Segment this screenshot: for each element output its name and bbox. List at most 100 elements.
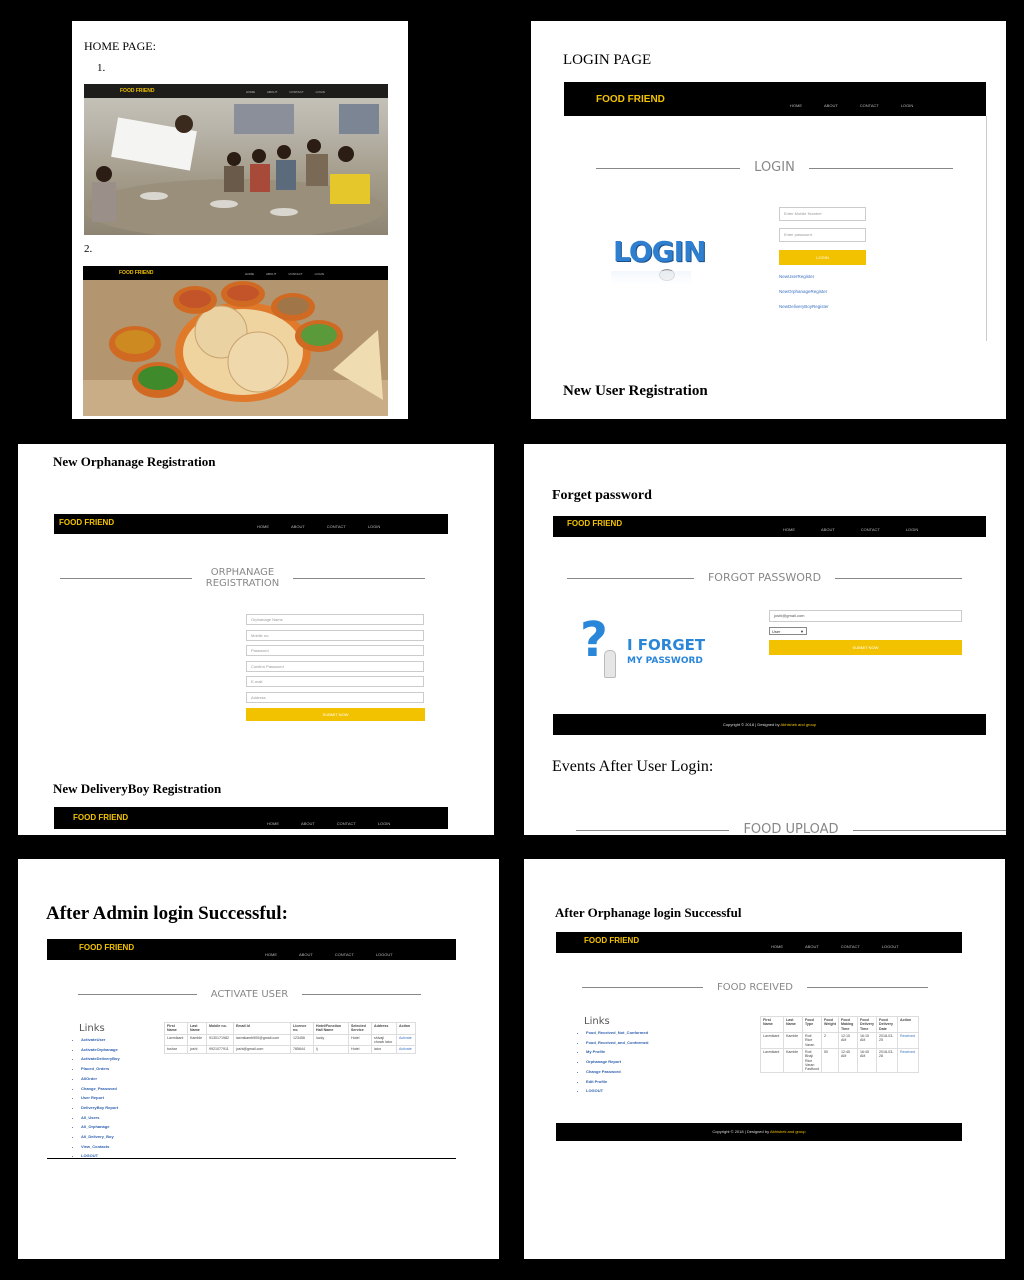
- table-cell: Roti Rice Varan: [802, 1031, 822, 1049]
- nav-contact[interactable]: CONTACT: [841, 944, 860, 949]
- new-user-registration-heading: New User Registration: [563, 383, 708, 399]
- row-action-link[interactable]: Activate: [396, 1033, 416, 1047]
- sidebar-link-my-profile[interactable]: My Profile: [586, 1047, 648, 1057]
- nav-home[interactable]: HOME: [265, 952, 277, 957]
- login-button[interactable]: LOGIN: [779, 250, 866, 265]
- row-action-link[interactable]: Received: [897, 1031, 919, 1049]
- footer-author-link[interactable]: Abhishek and group: [770, 1129, 806, 1134]
- mobile-number-input[interactable]: Enter Mobile Number: [779, 207, 866, 221]
- nav-about[interactable]: ABOUT: [821, 527, 835, 532]
- submit-now-button[interactable]: SUBMIT NOW: [246, 708, 425, 721]
- nav-login[interactable]: LOGIN: [378, 821, 390, 826]
- nav-about[interactable]: ABOUT: [824, 103, 838, 108]
- nav-contact[interactable]: CONTACT: [327, 524, 346, 529]
- links-title: Links: [79, 1023, 105, 1034]
- mobile-no-input[interactable]: Mobile no.: [246, 630, 424, 641]
- admin-links-list: ActivateUserActivateOrphanageActivateDel…: [73, 1035, 120, 1161]
- home-screenshot-2: FOOD FRIEND HOME ABOUT CONTACT LOGIN: [83, 266, 388, 416]
- password-input[interactable]: Password: [246, 645, 424, 656]
- nav-login[interactable]: LOGIN: [906, 527, 918, 532]
- sidebar-link-all-orphanage[interactable]: All_Orphanage: [81, 1122, 120, 1132]
- nav-contact[interactable]: CONTACT: [335, 952, 354, 957]
- brand-logo[interactable]: FOOD FRIEND: [584, 936, 639, 945]
- forget-line1: I FORGET: [627, 636, 706, 654]
- nav-contact[interactable]: CONTACT: [861, 527, 880, 532]
- nav-logout[interactable]: LOGOUT: [376, 952, 393, 957]
- sidebar-link-deliveryboy-report[interactable]: DeliveryBoy Report: [81, 1103, 120, 1113]
- nav-home[interactable]: HOME: [267, 821, 279, 826]
- nav-home[interactable]: HOME: [771, 944, 783, 949]
- table-cell: Laxmikant: [760, 1031, 784, 1049]
- new-deliveryboy-register-link[interactable]: NewDeliveryBoyRegister: [779, 304, 829, 309]
- sidebar-link-food-received-not-conformed[interactable]: Food_Received_Not_Conformed: [586, 1028, 648, 1038]
- nav-contact[interactable]: CONTACT: [288, 272, 302, 276]
- new-orphanage-register-link[interactable]: NewOrphanageRegister: [779, 289, 827, 294]
- sidebar-link-food-received-and-conformed[interactable]: Food_Received_and_Conformed: [586, 1038, 648, 1048]
- brand-logo[interactable]: FOOD FRIEND: [567, 519, 622, 528]
- sidebar-link-all-users[interactable]: All_Users: [81, 1113, 120, 1123]
- sidebar-link-orphanage-report[interactable]: Orphanage Report: [586, 1057, 648, 1067]
- sidebar-link-allorder[interactable]: AllOrder: [81, 1074, 120, 1084]
- role-select[interactable]: User ▼: [769, 627, 807, 635]
- nav-about[interactable]: ABOUT: [266, 272, 276, 276]
- brand-logo[interactable]: FOOD FRIEND: [79, 943, 134, 952]
- section-header: FOOD RCEIVED: [582, 982, 928, 993]
- brand-logo[interactable]: FOOD FRIEND: [119, 270, 153, 276]
- new-user-register-link[interactable]: NewUserRegister: [779, 274, 814, 279]
- nav-login[interactable]: LOGIN: [315, 272, 324, 276]
- footer-author-link[interactable]: Abhishek and group: [780, 722, 816, 727]
- navbar: FOOD FRIEND HOME ABOUT CONTACT LOGOUT: [47, 939, 456, 960]
- nav-logout[interactable]: LOGOUT: [882, 944, 899, 949]
- address-input[interactable]: Address: [246, 692, 424, 703]
- brand-logo[interactable]: FOOD FRIEND: [596, 94, 665, 105]
- sidebar-link-edit-profile[interactable]: Edit Profile: [586, 1077, 648, 1087]
- column-header: Food Delivery Time: [857, 1016, 877, 1033]
- sidebar-link-logout[interactable]: LOGOUT: [81, 1151, 120, 1161]
- nav-login[interactable]: LOGIN: [901, 103, 913, 108]
- column-header: Action: [396, 1022, 416, 1035]
- nav-home[interactable]: HOME: [257, 524, 269, 529]
- column-header: Address: [371, 1022, 397, 1035]
- table-cell: latur: [371, 1045, 397, 1054]
- brand-logo[interactable]: FOOD FRIEND: [73, 813, 128, 822]
- column-header: Action: [897, 1016, 919, 1033]
- login-logo-text: LOGIN: [613, 235, 706, 268]
- row-action-link[interactable]: Received: [897, 1047, 919, 1074]
- sidebar-link-view-contacts[interactable]: View_Contacts: [81, 1142, 120, 1152]
- nav-home[interactable]: HOME: [790, 103, 802, 108]
- table-cell: 785644: [290, 1045, 314, 1054]
- nav-home[interactable]: HOME: [245, 272, 254, 276]
- row-action-link[interactable]: Activate: [396, 1045, 416, 1054]
- sidebar-link-logout[interactable]: LOGOUT: [586, 1086, 648, 1096]
- nav-about[interactable]: ABOUT: [291, 524, 305, 529]
- sidebar-link-activateuser[interactable]: ActivateUser: [81, 1035, 120, 1045]
- email-input[interactable]: E-mail: [246, 676, 424, 687]
- sidebar-link-placed-orders[interactable]: Placed_Orders: [81, 1064, 120, 1074]
- nav-home[interactable]: HOME: [783, 527, 795, 532]
- nav-links: HOME ABOUT CONTACT LOGOUT: [265, 952, 393, 957]
- nav-about[interactable]: ABOUT: [301, 821, 315, 826]
- submit-now-button[interactable]: SUBMIT NOW: [769, 640, 962, 655]
- sidebar-link-change-password[interactable]: Change Password: [586, 1067, 648, 1077]
- section-title-line2: REGISTRATION: [205, 578, 280, 589]
- sidebar-link-user-report[interactable]: User Report: [81, 1093, 120, 1103]
- nav-login[interactable]: LOGIN: [368, 524, 380, 529]
- table-cell: 12:15 AM: [838, 1031, 858, 1049]
- email-input[interactable]: joshi@gmail.com: [769, 610, 962, 622]
- nav-contact[interactable]: CONTACT: [337, 821, 356, 826]
- table-cell: 16:45 AM: [857, 1047, 877, 1074]
- sidebar-link-activatedeliveryboy[interactable]: ActivateDeliveryBoy: [81, 1054, 120, 1064]
- nav-contact[interactable]: CONTACT: [860, 103, 879, 108]
- nav-about[interactable]: ABOUT: [805, 944, 819, 949]
- nav-links: HOME ABOUT CONTACT LOGIN: [790, 103, 913, 108]
- table-cell: lj: [313, 1045, 349, 1054]
- brand-logo[interactable]: FOOD FRIEND: [59, 518, 114, 527]
- confirm-password-input[interactable]: Confirm Password: [246, 661, 424, 672]
- sidebar-link-activateorphanage[interactable]: ActivateOrphanage: [81, 1045, 120, 1055]
- login-page-heading: LOGIN PAGE: [563, 52, 652, 68]
- sidebar-link-all-delivery-boy[interactable]: All_Delivery_Boy: [81, 1132, 120, 1142]
- nav-about[interactable]: ABOUT: [299, 952, 313, 957]
- orphanage-name-input[interactable]: Orphanage Name: [246, 614, 424, 625]
- password-input[interactable]: Enter password: [779, 228, 866, 242]
- sidebar-link-change-password[interactable]: Change_Password: [81, 1084, 120, 1094]
